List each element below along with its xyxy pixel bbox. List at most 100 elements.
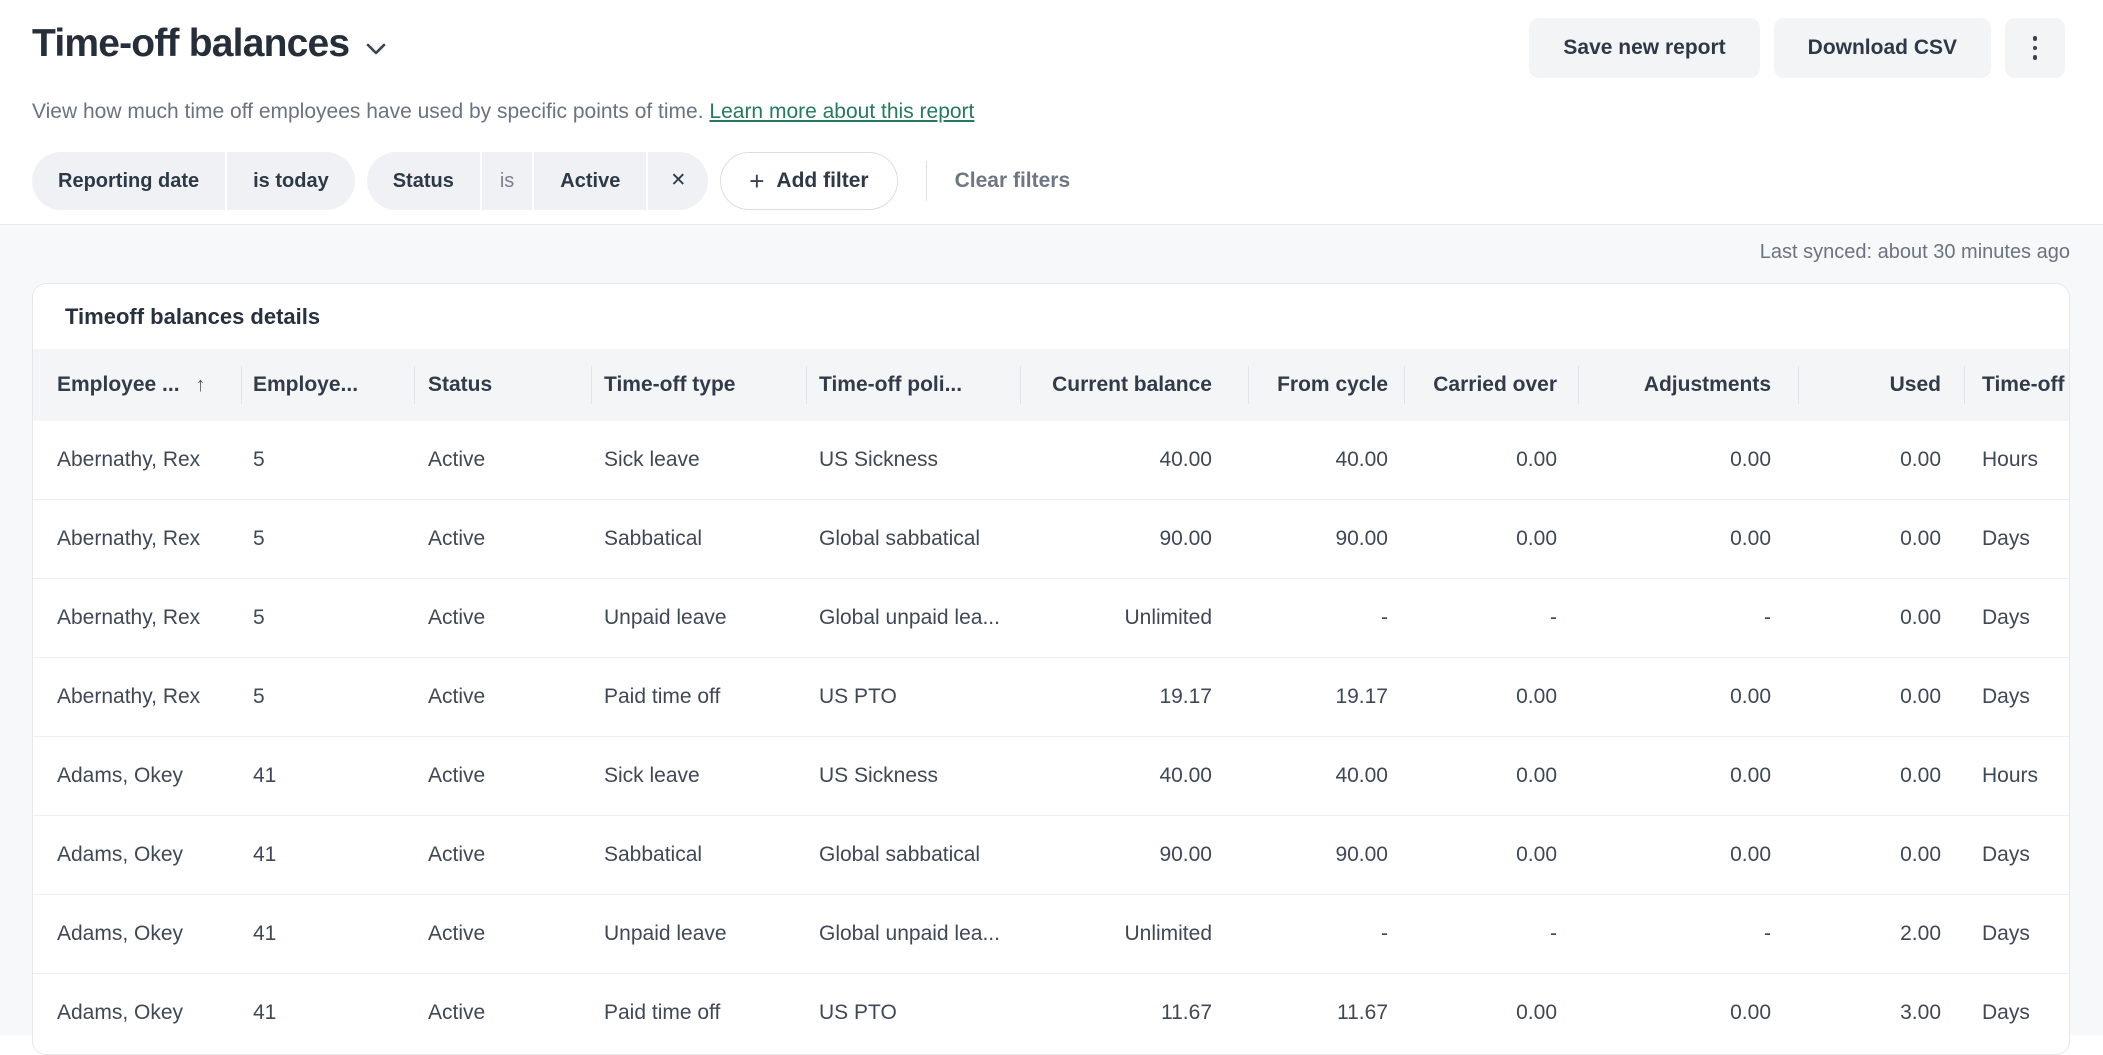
content-area: Last synced: about 30 minutes ago Timeof… (0, 224, 2103, 1035)
column-header[interactable]: Time-off type (591, 349, 806, 421)
table-cell: 41 (241, 895, 414, 973)
table-cell: 5 (241, 579, 414, 657)
table-cell: Unlimited (1020, 895, 1248, 973)
table-cell: 0.00 (1798, 816, 1964, 894)
table-cell: Sabbatical (591, 500, 806, 578)
table-cell: US PTO (806, 974, 1020, 1052)
table-cell: 0.00 (1404, 658, 1578, 736)
column-header[interactable]: Current balance (1020, 349, 1248, 421)
column-header[interactable]: Adjustments (1578, 349, 1798, 421)
last-synced-status: Last synced: about 30 minutes ago (1760, 241, 2070, 264)
sort-ascending-icon: ↑ (196, 374, 206, 397)
table-cell: 90.00 (1248, 816, 1404, 894)
table-cell: Active (414, 816, 591, 894)
table-cell: - (1404, 579, 1578, 657)
table-row[interactable]: Adams, Okey41ActiveUnpaid leaveGlobal un… (33, 894, 2069, 973)
save-new-report-button[interactable]: Save new report (1529, 18, 1759, 78)
table-cell: - (1578, 579, 1798, 657)
table-cell: 41 (241, 816, 414, 894)
table-cell: Sabbatical (591, 816, 806, 894)
table-cell: Active (414, 579, 591, 657)
column-header[interactable]: Employe... (241, 349, 414, 421)
table-cell: 0.00 (1404, 500, 1578, 578)
table-cell: 5 (241, 658, 414, 736)
table-cell: 0.00 (1404, 737, 1578, 815)
page-title: Time-off balances (32, 22, 349, 66)
table-cell: Adams, Okey (33, 737, 241, 815)
filter-divider (926, 161, 927, 201)
table-cell: Days (1964, 895, 2069, 973)
table-cell: Active (414, 974, 591, 1052)
table-cell: 0.00 (1798, 500, 1964, 578)
table-cell: 0.00 (1404, 421, 1578, 499)
table-row[interactable]: Adams, Okey41ActiveSick leaveUS Sickness… (33, 736, 2069, 815)
table-row[interactable]: Adams, Okey41ActivePaid time offUS PTO11… (33, 973, 2069, 1052)
chevron-down-icon[interactable] (365, 42, 387, 56)
table-cell: US Sickness (806, 421, 1020, 499)
column-header[interactable]: Carried over (1404, 349, 1578, 421)
clear-filters-button[interactable]: Clear filters (955, 169, 1071, 193)
add-filter-button[interactable]: + Add filter (720, 152, 897, 210)
table-cell: Abernathy, Rex (33, 421, 241, 499)
table-cell: Unpaid leave (591, 579, 806, 657)
column-header[interactable]: Used (1798, 349, 1964, 421)
table-cell: Adams, Okey (33, 974, 241, 1052)
table-cell: Abernathy, Rex (33, 500, 241, 578)
table-cell: 5 (241, 421, 414, 499)
table-row[interactable]: Adams, Okey41ActiveSabbaticalGlobal sabb… (33, 815, 2069, 894)
column-header[interactable]: Employee ...↑ (33, 349, 241, 421)
table-cell: 90.00 (1248, 500, 1404, 578)
filter-remove-button[interactable]: ✕ (648, 152, 708, 210)
table-cell: 11.67 (1020, 974, 1248, 1052)
table-cell: 40.00 (1020, 421, 1248, 499)
table-cell: 40.00 (1020, 737, 1248, 815)
table-cell: Global unpaid lea... (806, 895, 1020, 973)
more-actions-button[interactable] (2005, 18, 2065, 78)
table-cell: - (1248, 579, 1404, 657)
column-header[interactable]: Status (414, 349, 591, 421)
filter-chip-group[interactable]: Reporting dateis today (32, 152, 355, 210)
table-row[interactable]: Abernathy, Rex5ActivePaid time offUS PTO… (33, 657, 2069, 736)
report-card: Timeoff balances details Employee ...↑Em… (32, 283, 2070, 1055)
filter-chip-segment[interactable]: Active (534, 152, 646, 210)
table-cell: Days (1964, 816, 2069, 894)
learn-more-link[interactable]: Learn more about this report (709, 100, 974, 123)
table-cell: Global unpaid lea... (806, 579, 1020, 657)
filter-chip-segment[interactable]: is today (227, 152, 355, 210)
table-header-row: Employee ...↑Employe...StatusTime-off ty… (33, 349, 2069, 421)
table-cell: 0.00 (1404, 974, 1578, 1052)
table-cell: 0.00 (1578, 737, 1798, 815)
table-cell: 90.00 (1020, 816, 1248, 894)
table-cell: - (1248, 895, 1404, 973)
table-cell: 19.17 (1248, 658, 1404, 736)
table-cell: Abernathy, Rex (33, 579, 241, 657)
table-cell: Unpaid leave (591, 895, 806, 973)
filter-chip-segment[interactable]: Reporting date (32, 152, 225, 210)
table-cell: Global sabbatical (806, 500, 1020, 578)
table-row[interactable]: Abernathy, Rex5ActiveSabbaticalGlobal sa… (33, 499, 2069, 578)
table-body: Abernathy, Rex5ActiveSick leaveUS Sickne… (33, 421, 2069, 1052)
filter-chip-segment[interactable]: Status (367, 152, 480, 210)
table-cell: Abernathy, Rex (33, 658, 241, 736)
table-row[interactable]: Abernathy, Rex5ActiveUnpaid leaveGlobal … (33, 578, 2069, 657)
column-header[interactable]: From cycle (1248, 349, 1404, 421)
table-cell: 19.17 (1020, 658, 1248, 736)
column-header[interactable]: Time-off (1964, 349, 2069, 421)
table-row[interactable]: Abernathy, Rex5ActiveSick leaveUS Sickne… (33, 421, 2069, 499)
table-cell: Active (414, 500, 591, 578)
table-cell: 0.00 (1578, 816, 1798, 894)
table-cell: 0.00 (1798, 658, 1964, 736)
table-cell: US PTO (806, 658, 1020, 736)
table-cell: 0.00 (1578, 500, 1798, 578)
table-cell: 11.67 (1248, 974, 1404, 1052)
table-cell: Days (1964, 974, 2069, 1052)
table-cell: Paid time off (591, 974, 806, 1052)
column-header[interactable]: Time-off poli... (806, 349, 1020, 421)
table-cell: 0.00 (1578, 658, 1798, 736)
filter-chip-segment[interactable]: is (482, 152, 532, 210)
table-cell: 0.00 (1578, 974, 1798, 1052)
filter-chip-group[interactable]: StatusisActive✕ (367, 152, 709, 210)
filter-groups: Reporting dateis todayStatusisActive✕ (32, 152, 708, 210)
table-cell: 90.00 (1020, 500, 1248, 578)
download-csv-button[interactable]: Download CSV (1774, 18, 1991, 78)
